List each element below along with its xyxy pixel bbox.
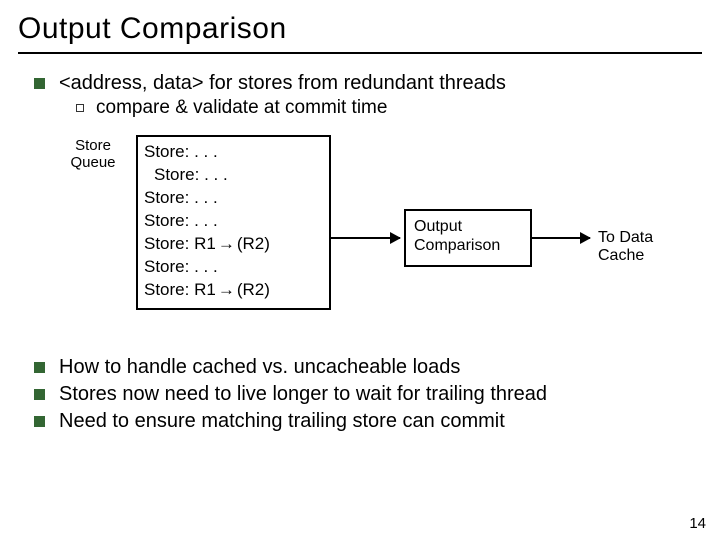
output-comparison-box: Output Comparison xyxy=(404,209,532,267)
queue-row: Store: R1 → (R2) xyxy=(144,279,323,302)
bullet-1: <address, data> for stores from redundan… xyxy=(34,72,702,95)
queue-row: Store: R1 → (R2) xyxy=(144,233,323,256)
bullet-1-text: <address, data> for stores from redundan… xyxy=(59,72,506,95)
queue-row: Store: . . . xyxy=(144,210,323,233)
diagram: Store Queue Store: . . . Store: . . . St… xyxy=(58,133,698,338)
to-data-cache-label: To Data Cache xyxy=(598,229,698,265)
store-queue-label: Store Queue xyxy=(58,137,128,172)
bullet-4-text: Need to ensure matching trailing store c… xyxy=(59,410,505,433)
bullet-2-text: How to handle cached vs. uncacheable loa… xyxy=(59,356,460,379)
arrow-icon xyxy=(532,237,590,239)
bullet-3: Stores now need to live longer to wait f… xyxy=(34,383,702,406)
hollow-bullet-icon xyxy=(76,104,84,112)
bullet-3-text: Stores now need to live longer to wait f… xyxy=(59,383,547,406)
queue-row-post: (R2) xyxy=(237,279,270,302)
slide-title: Output Comparison xyxy=(18,12,702,46)
arrow-icon xyxy=(330,237,400,239)
output-comparison-line2: Comparison xyxy=(414,236,522,255)
bullet-4: Need to ensure matching trailing store c… xyxy=(34,410,702,433)
queue-row-pre: Store: R1 xyxy=(144,233,216,256)
page-number: 14 xyxy=(689,515,706,532)
right-arrow-icon: → xyxy=(216,279,237,302)
queue-row: Store: . . . xyxy=(144,256,323,279)
right-arrow-icon: → xyxy=(216,233,237,256)
queue-row: Store: . . . xyxy=(144,164,323,187)
queue-row-post: (R2) xyxy=(237,233,270,256)
subbullet-1: compare & validate at commit time xyxy=(76,97,702,119)
queue-row-pre: Store: R1 xyxy=(144,279,216,302)
subbullet-1-text: compare & validate at commit time xyxy=(96,97,387,119)
store-queue-label-line1: Store xyxy=(58,137,128,154)
bullet-2: How to handle cached vs. uncacheable loa… xyxy=(34,356,702,379)
queue-row: Store: . . . xyxy=(144,141,323,164)
store-queue-label-line2: Queue xyxy=(58,154,128,171)
square-bullet-icon xyxy=(34,362,45,373)
square-bullet-icon xyxy=(34,389,45,400)
output-comparison-line1: Output xyxy=(414,217,522,236)
queue-row: Store: . . . xyxy=(144,187,323,210)
square-bullet-icon xyxy=(34,416,45,427)
store-queue-box: Store: . . . Store: . . . Store: . . . S… xyxy=(136,135,331,310)
title-underline xyxy=(18,52,702,54)
square-bullet-icon xyxy=(34,78,45,89)
